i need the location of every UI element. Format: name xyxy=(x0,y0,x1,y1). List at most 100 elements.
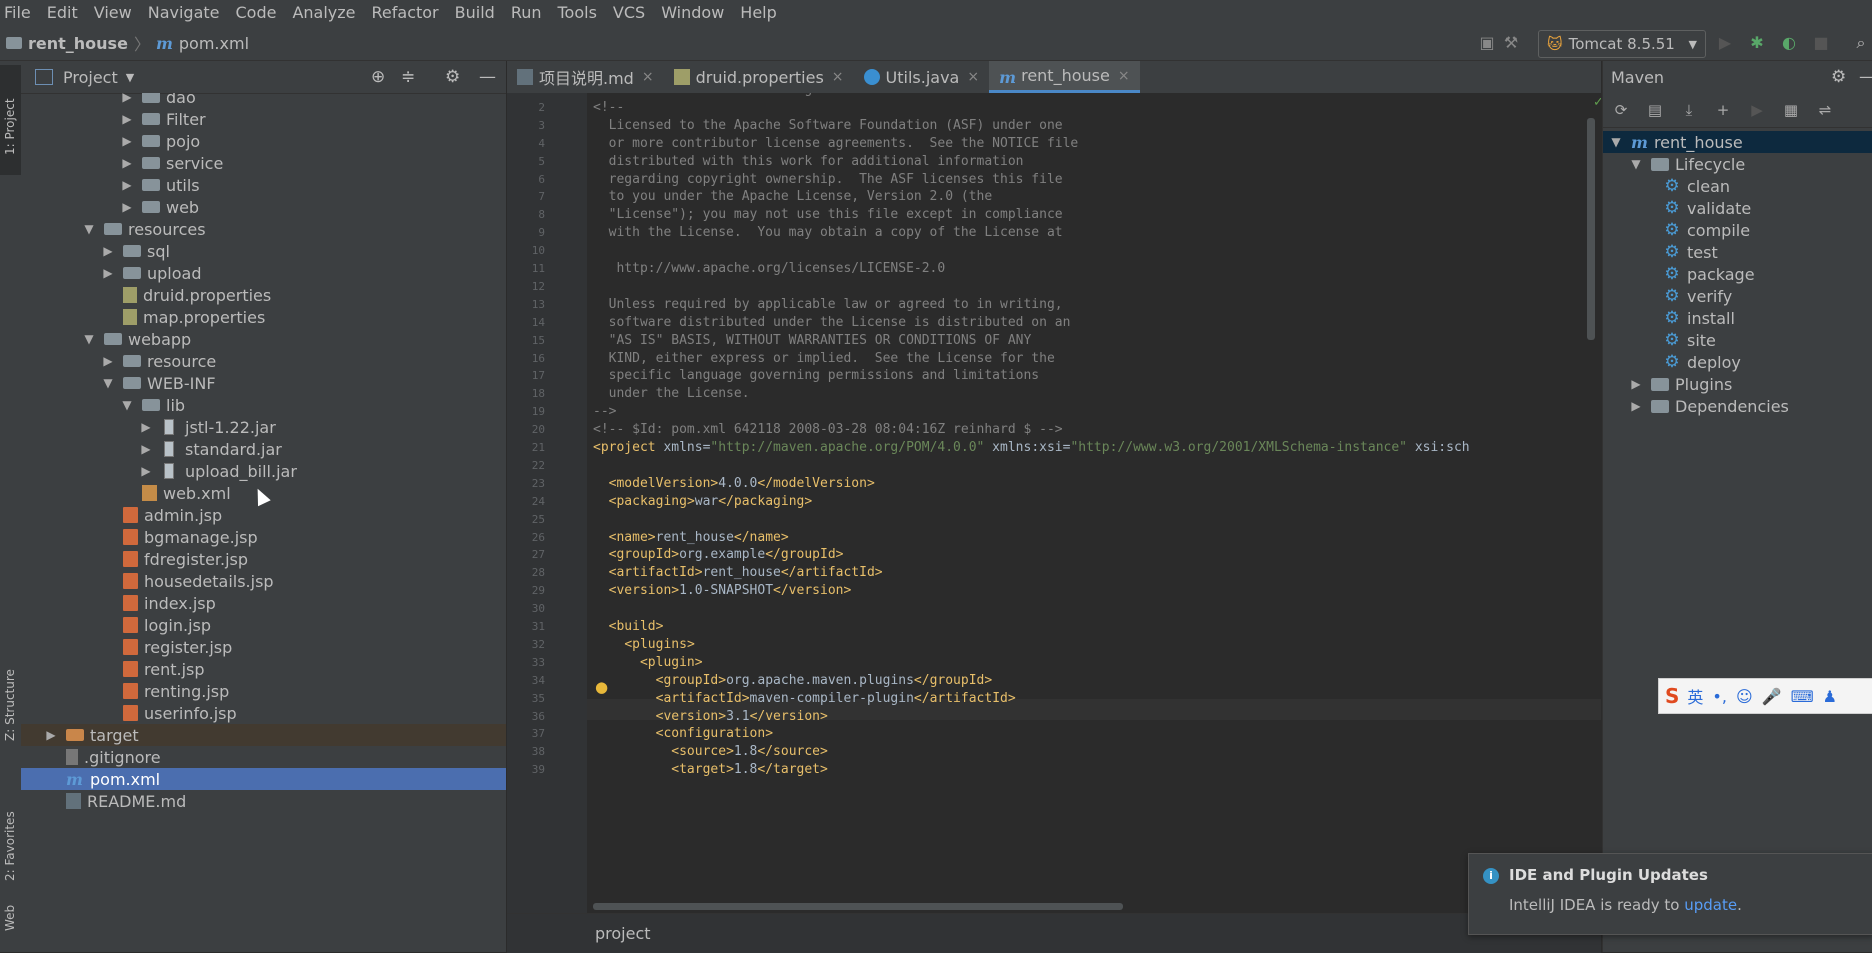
close-icon[interactable]: × xyxy=(1118,68,1130,84)
collapsed-arrow-icon[interactable]: ▶ xyxy=(139,464,153,478)
editor-tab[interactable]: 项目说明.md × xyxy=(507,61,664,93)
tree-item[interactable]: ▶ web xyxy=(21,196,506,218)
tree-item[interactable]: ▶ dao xyxy=(21,93,506,108)
maven-tree-item[interactable]: ⚙ compile xyxy=(1603,219,1872,241)
menu-navigate[interactable]: Navigate xyxy=(140,0,228,26)
tree-item[interactable]: ▶ utils xyxy=(21,174,506,196)
tree-item[interactable]: m pom.xml xyxy=(21,768,506,790)
menu-code[interactable]: Code xyxy=(228,0,285,26)
update-notification[interactable]: i IDE and Plugin Updates IntelliJ IDEA i… xyxy=(1468,853,1872,935)
gear-icon[interactable]: ⚙ xyxy=(445,67,460,87)
expanded-arrow-icon[interactable]: ▼ xyxy=(101,376,115,390)
maven-tree-item[interactable]: ▼ Lifecycle xyxy=(1603,153,1872,175)
close-icon[interactable]: × xyxy=(642,69,654,85)
maven-tree-item[interactable]: ⚙ package xyxy=(1603,263,1872,285)
keyboard-icon[interactable]: ⌨ xyxy=(1791,687,1814,706)
coverage-icon[interactable]: ◐ xyxy=(1780,34,1798,52)
tab-favorites-tool[interactable]: 2: Favorites xyxy=(0,761,21,891)
tree-item[interactable]: ▼ resources xyxy=(21,218,506,240)
update-link[interactable]: update xyxy=(1684,896,1737,914)
tab-web-tool[interactable]: Web xyxy=(0,881,21,941)
chevron-down-icon[interactable]: ▼ xyxy=(126,71,134,84)
tab-structure-tool[interactable]: Z: Structure xyxy=(0,631,21,751)
gear-icon[interactable]: ⚙ xyxy=(1831,67,1846,87)
stop-icon[interactable]: ■ xyxy=(1812,34,1830,52)
collapsed-arrow-icon[interactable]: ▶ xyxy=(139,420,153,434)
tree-item[interactable]: ▶ sql xyxy=(21,240,506,262)
emoji-icon[interactable]: ☺ xyxy=(1736,687,1753,706)
hide-panel-icon[interactable]: — xyxy=(479,67,496,87)
maven-tree-item[interactable]: ⚙ install xyxy=(1603,307,1872,329)
menu-build[interactable]: Build xyxy=(447,0,503,26)
maven-tree-item[interactable]: ⚙ site xyxy=(1603,329,1872,351)
reload-icon[interactable]: ⟳ xyxy=(1611,100,1631,120)
tree-item[interactable]: index.jsp xyxy=(21,592,506,614)
tree-item[interactable]: fdregister.jsp xyxy=(21,548,506,570)
breadcrumb-file[interactable]: pom.xml xyxy=(179,34,249,53)
maven-tree-item[interactable]: ▶ Dependencies xyxy=(1603,395,1872,417)
add-icon[interactable]: + xyxy=(1713,100,1733,120)
tree-item[interactable]: rent.jsp xyxy=(21,658,506,680)
maven-tree-item[interactable]: ▶ Plugins xyxy=(1603,373,1872,395)
collapsed-arrow-icon[interactable]: ▶ xyxy=(101,354,115,368)
tree-item[interactable]: housedetails.jsp xyxy=(21,570,506,592)
tree-item[interactable]: druid.properties xyxy=(21,284,506,306)
code-editor[interactable]: 2 3 4 5 6 7 8 9 10 11 12 13 14 15 16 17 18 19 20 21 22 23 24 25… xyxy=(507,93,1601,913)
download-icon[interactable]: ⤓ xyxy=(1679,100,1699,120)
collapsed-arrow-icon[interactable]: ▶ xyxy=(120,178,134,192)
maven-tree-item[interactable]: ⚙ test xyxy=(1603,241,1872,263)
locate-icon[interactable]: ⊕ xyxy=(371,67,385,87)
menu-refactor[interactable]: Refactor xyxy=(364,0,447,26)
editor-breadcrumb[interactable]: project xyxy=(595,924,651,943)
menu-edit[interactable]: Edit xyxy=(39,0,86,26)
close-icon[interactable]: × xyxy=(832,69,844,85)
ime-mode-label[interactable]: 英 xyxy=(1687,684,1703,708)
editor-vertical-scrollbar[interactable] xyxy=(1587,118,1595,340)
tree-item[interactable]: ▶ target xyxy=(21,724,506,746)
menu-file[interactable]: File xyxy=(0,0,39,26)
search-icon[interactable]: ⌕ xyxy=(1852,34,1870,52)
tree-item[interactable]: register.jsp xyxy=(21,636,506,658)
collapsed-arrow-icon[interactable]: ▶ xyxy=(120,200,134,214)
expanded-arrow-icon[interactable]: ▼ xyxy=(1609,135,1623,149)
collapsed-arrow-icon[interactable]: ▶ xyxy=(120,134,134,148)
menu-analyze[interactable]: Analyze xyxy=(284,0,363,26)
tree-item[interactable]: bgmanage.jsp xyxy=(21,526,506,548)
run-icon[interactable]: ▶ xyxy=(1747,100,1767,120)
run-icon[interactable]: ▶ xyxy=(1716,34,1734,52)
collapsed-arrow-icon[interactable]: ▶ xyxy=(139,442,153,456)
menu-tools[interactable]: Tools xyxy=(550,0,605,26)
tree-item[interactable]: userinfo.jsp xyxy=(21,702,506,724)
maven-tree-item[interactable]: ⚙ clean xyxy=(1603,175,1872,197)
punctuation-icon[interactable]: •, xyxy=(1712,687,1727,706)
terminal-icon[interactable]: ▣ xyxy=(1478,34,1496,52)
tree-item[interactable]: ▶ standard.jar xyxy=(21,438,506,460)
menu-help[interactable]: Help xyxy=(732,0,784,26)
skip-tests-icon[interactable]: ⇌ xyxy=(1815,100,1835,120)
maven-tree-item[interactable]: ⚙ deploy xyxy=(1603,351,1872,373)
tree-item[interactable]: README.md xyxy=(21,790,506,812)
collapse-all-icon[interactable]: ≑ xyxy=(401,67,415,87)
microphone-icon[interactable]: 🎤 xyxy=(1762,687,1782,706)
hide-panel-icon[interactable]: — xyxy=(1859,67,1872,87)
menu-view[interactable]: View xyxy=(86,0,140,26)
maven-tree-item[interactable]: ▼ m rent_house xyxy=(1603,131,1872,153)
tree-item[interactable]: ▶ Filter xyxy=(21,108,506,130)
editor-tab[interactable]: Utils.java × xyxy=(854,61,990,93)
tree-item[interactable]: map.properties xyxy=(21,306,506,328)
maven-tree-item[interactable]: ⚙ verify xyxy=(1603,285,1872,307)
editor-horizontal-scrollbar[interactable] xyxy=(593,903,1123,910)
tree-item[interactable]: .gitignore xyxy=(21,746,506,768)
run-configuration-select[interactable]: 🐱 Tomcat 8.5.51 ▼ xyxy=(1538,30,1706,58)
collapsed-arrow-icon[interactable]: ▶ xyxy=(1629,399,1643,413)
sogou-logo-icon[interactable]: S xyxy=(1665,684,1679,708)
menu-run[interactable]: Run xyxy=(503,0,550,26)
lightbulb-icon[interactable]: ● xyxy=(595,678,608,696)
collapsed-arrow-icon[interactable]: ▶ xyxy=(1629,377,1643,391)
breadcrumb-project[interactable]: rent_house xyxy=(28,34,128,53)
tree-item[interactable]: renting.jsp xyxy=(21,680,506,702)
editor-tab[interactable]: druid.properties × xyxy=(664,61,854,93)
tree-item[interactable]: ▶ pojo xyxy=(21,130,506,152)
expanded-arrow-icon[interactable]: ▼ xyxy=(1629,157,1643,171)
collapsed-arrow-icon[interactable]: ▶ xyxy=(44,728,58,742)
